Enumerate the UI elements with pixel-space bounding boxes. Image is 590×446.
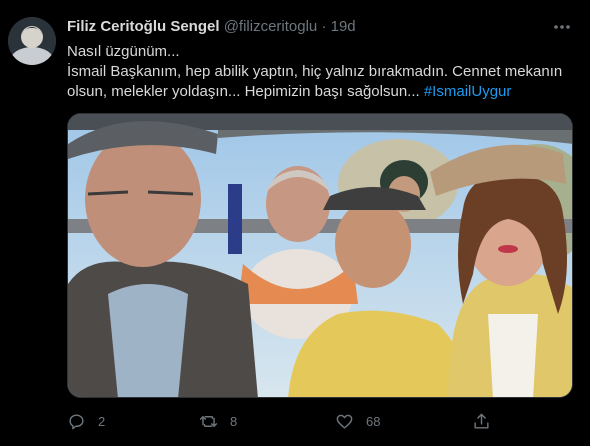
more-options-button[interactable] [552,19,572,35]
hashtag-link[interactable]: #IsmailUygur [424,83,512,100]
author-avatar[interactable] [8,17,56,65]
tweet-text-line: olsun, melekler yoldaşın... Hepimizin ba… [67,82,572,102]
author-handle[interactable]: @filizceritoglu [224,18,318,35]
tweet-actions: 2 8 68 [67,410,572,432]
header-separator: · [321,18,327,35]
like-icon [336,414,353,429]
photo-image [68,114,572,397]
tweet-photo[interactable] [67,113,573,398]
like-count: 68 [366,413,381,429]
tweet-text-fragment: olsun, melekler yoldaşın... Hepimizin ba… [67,83,420,100]
tweet-text-line: İsmail Başkanım, hep abilik yaptın, hiç … [67,63,563,80]
tweet-text: Nasıl üzgünüm... İsmail Başkanım, hep ab… [67,42,572,102]
reply-icon [69,413,84,429]
share-icon [474,413,489,429]
tweet-header: Filiz Ceritoğlu Sengel @filizceritoglu ·… [67,17,356,37]
share-button[interactable] [472,410,491,432]
like-button[interactable]: 68 [335,410,380,432]
more-icon [554,25,570,29]
retweet-icon [199,415,218,427]
author-name[interactable]: Filiz Ceritoğlu Sengel [67,18,220,35]
tweet-text-line: Nasıl üzgünüm... [67,43,180,60]
retweet-count: 8 [230,413,238,429]
avatar-image [8,17,56,65]
tweet-timestamp[interactable]: 19d [331,18,356,35]
retweet-button[interactable]: 8 [199,410,237,432]
reply-count: 2 [98,413,106,429]
reply-button[interactable]: 2 [67,410,105,432]
